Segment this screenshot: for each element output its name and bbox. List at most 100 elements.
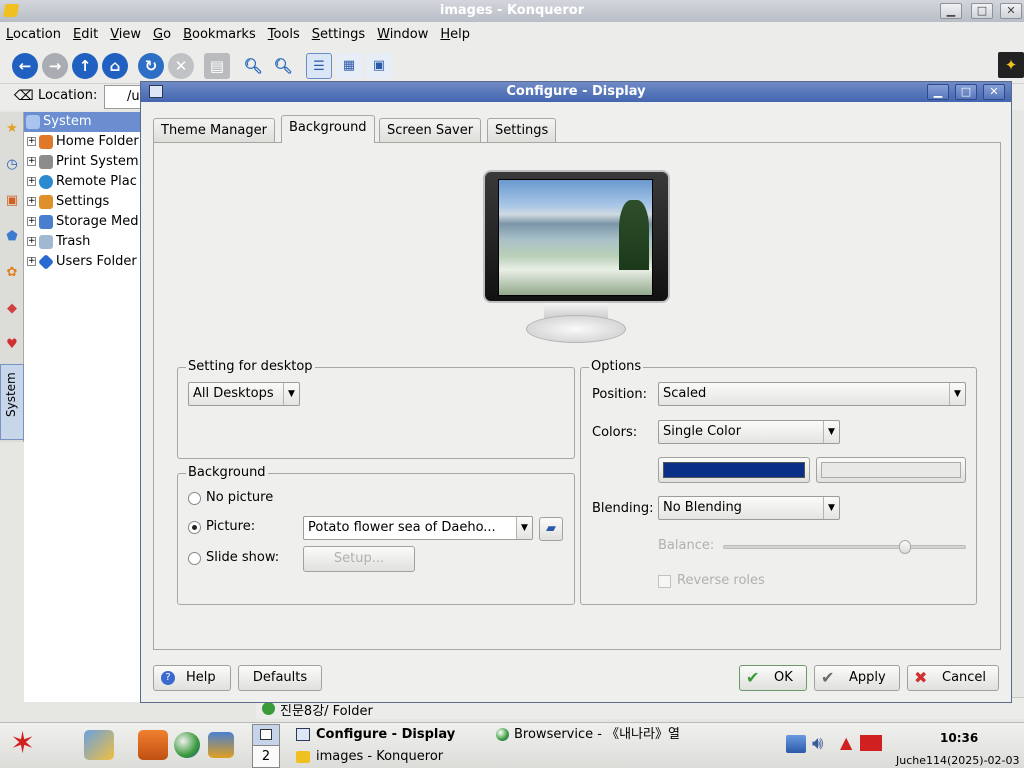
editor-launcher-icon[interactable] [84, 730, 114, 760]
menu-help[interactable]: Help [434, 22, 476, 48]
pager-desktop-1[interactable] [253, 725, 279, 746]
expand-icon[interactable]: + [27, 177, 36, 186]
zoom-out-icon[interactable]: 🔍︎ [270, 53, 296, 79]
setup-button[interactable]: Setup... [303, 546, 415, 572]
cancel-button[interactable]: ✖ Cancel [907, 665, 999, 691]
media-sidebar-icon[interactable]: ♥ [3, 336, 21, 354]
tree-item-users-folder[interactable]: + Users Folder [24, 252, 142, 272]
preview-view-icon[interactable]: ▣ [366, 53, 392, 79]
forward-icon[interactable]: → [42, 53, 68, 79]
zoom-in-icon[interactable]: 🔍︎ [240, 53, 266, 79]
balance-slider-track[interactable] [723, 540, 966, 554]
dialog-minimize-button[interactable]: ▁ [927, 84, 949, 100]
pager-desktop-2[interactable]: 2 [253, 746, 279, 767]
media-launcher-icon[interactable] [208, 732, 234, 758]
no-picture-radio[interactable] [188, 492, 201, 505]
position-select[interactable]: Scaled ▼ [658, 382, 966, 406]
desktop-select[interactable]: All Desktops ▼ [188, 382, 300, 406]
tags-sidebar-icon[interactable]: ◆ [3, 300, 21, 318]
back-icon[interactable]: ← [12, 53, 38, 79]
volume-tray-icon[interactable]: 🔊︎ [812, 733, 823, 754]
stop-icon[interactable]: ✕ [168, 53, 194, 79]
menu-edit[interactable]: Edit [67, 22, 104, 48]
no-picture-label[interactable]: No picture [206, 490, 273, 505]
slide-show-radio[interactable] [188, 552, 201, 565]
tree-item-storage-media[interactable]: + Storage Med [24, 212, 142, 232]
close-button[interactable]: ✕ [1000, 3, 1022, 19]
tab-screen-saver[interactable]: Screen Saver [379, 118, 482, 142]
tree-item-settings[interactable]: + Settings [24, 192, 142, 212]
secondary-color-button[interactable] [816, 457, 966, 483]
print-icon[interactable]: ▤ [204, 53, 230, 79]
bookmarks-sidebar-icon[interactable]: ★ [3, 120, 21, 138]
task-images-konqueror[interactable]: images - Konqueror [294, 747, 484, 767]
dialog-close-button[interactable]: ✕ [983, 84, 1005, 100]
network-tray-icon[interactable] [786, 735, 806, 753]
menu-view[interactable]: View [104, 22, 147, 48]
slide-show-label[interactable]: Slide show: [206, 550, 279, 565]
menu-settings[interactable]: Settings [306, 22, 371, 48]
clock-date[interactable]: Juche114(2025)-02-03 [896, 754, 1020, 767]
tree-item-trash[interactable]: + Trash [24, 232, 142, 252]
services-sidebar-icon[interactable]: ✿ [3, 264, 21, 282]
up-icon[interactable]: ↑ [72, 53, 98, 79]
dialog-maximize-button[interactable]: □ [955, 84, 977, 100]
maximize-button[interactable]: □ [971, 3, 993, 19]
clock-time[interactable]: 10:36 [940, 731, 978, 745]
alert-tray-icon[interactable]: ▲ [840, 733, 852, 752]
balance-slider-handle[interactable] [898, 540, 911, 554]
menu-location[interactable]: Location [0, 22, 67, 48]
clear-location-icon[interactable]: ⌫ [14, 88, 34, 104]
ok-button[interactable]: ✔ OK [739, 665, 807, 691]
tab-settings[interactable]: Settings [487, 118, 557, 142]
menu-bookmarks[interactable]: Bookmarks [177, 22, 262, 48]
menu-go[interactable]: Go [147, 22, 177, 48]
location-input[interactable]: /u [104, 85, 144, 109]
task-configure-display[interactable]: Configure - Display [294, 725, 484, 745]
network-sidebar-icon[interactable]: ⬟ [3, 228, 21, 246]
tree-item-home-folder[interactable]: + Home Folder [24, 132, 142, 152]
open-folder-icon: ▰ [546, 521, 556, 536]
menu-tools[interactable]: Tools [262, 22, 306, 48]
picture-radio[interactable] [188, 521, 201, 534]
icon-view-icon[interactable]: ☰ [306, 53, 332, 79]
browser-launcher-icon[interactable] [174, 732, 200, 758]
tree-item-remote-places[interactable]: + Remote Plac [24, 172, 142, 192]
expand-icon[interactable]: + [27, 217, 36, 226]
blending-select[interactable]: No Blending ▼ [658, 496, 840, 520]
browse-picture-button[interactable]: ▰ [539, 517, 563, 541]
sidebar-vertical-tab-system[interactable]: System [0, 364, 24, 440]
monitor-preview [483, 170, 670, 303]
defaults-button[interactable]: Defaults [238, 665, 322, 691]
expand-icon[interactable]: + [27, 137, 36, 146]
tab-theme-manager[interactable]: Theme Manager [153, 118, 275, 142]
desktop-pager[interactable]: 2 [252, 724, 280, 768]
expand-icon[interactable]: + [27, 157, 36, 166]
reverse-roles-checkbox[interactable] [658, 575, 671, 588]
picture-label[interactable]: Picture: [206, 519, 255, 534]
task-browservice[interactable]: Browservice - 《내나라》열 [494, 725, 690, 745]
reload-icon[interactable]: ↻ [138, 53, 164, 79]
reverse-roles-label: Reverse roles [677, 573, 765, 588]
tree-item-system[interactable]: System [24, 112, 142, 132]
background-group-label: Background [186, 465, 268, 480]
picture-select[interactable]: Potato flower sea of Daeho... ▼ [303, 516, 533, 540]
home-icon[interactable]: ⌂ [102, 53, 128, 79]
menu-window[interactable]: Window [371, 22, 434, 48]
minimize-button[interactable]: ▁ [940, 3, 962, 19]
home-sidebar-icon[interactable]: ▣ [3, 192, 21, 210]
tab-background[interactable]: Background [281, 115, 375, 143]
tree-item-print-system[interactable]: + Print System [24, 152, 142, 172]
detail-view-icon[interactable]: ▦ [336, 53, 362, 79]
expand-icon[interactable]: + [27, 237, 36, 246]
colors-select[interactable]: Single Color ▼ [658, 420, 840, 444]
primary-color-button[interactable] [658, 457, 810, 483]
apply-button[interactable]: ✔ Apply [814, 665, 900, 691]
office-launcher-icon[interactable] [138, 730, 168, 760]
help-button[interactable]: ? Help [153, 665, 231, 691]
history-sidebar-icon[interactable]: ◷ [3, 156, 21, 174]
flag-tray-icon[interactable] [860, 735, 882, 751]
red-star-menu-icon[interactable]: ✶ [10, 729, 68, 759]
expand-icon[interactable]: + [27, 197, 36, 206]
expand-icon[interactable]: + [27, 257, 36, 266]
